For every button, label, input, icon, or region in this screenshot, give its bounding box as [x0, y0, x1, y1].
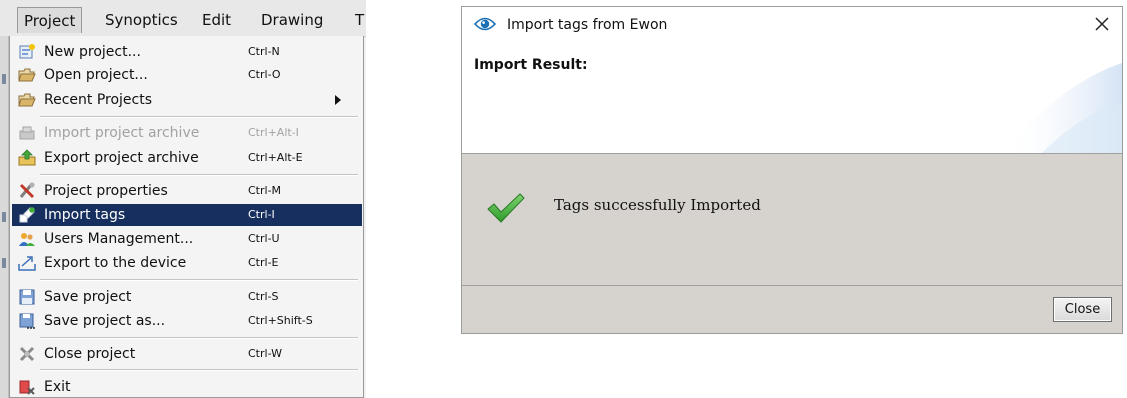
open-folder-icon [18, 66, 36, 84]
menu-separator [40, 116, 358, 118]
menu-item-label: Recent Projects [44, 92, 153, 108]
menu-item-import-project-archive: Import project archive Ctrl+Alt-I [12, 122, 362, 144]
menubar: Project Synoptics Edit Drawing T [0, 0, 366, 37]
import-result-heading: Import Result: [474, 57, 588, 73]
import-tags-icon [18, 206, 36, 224]
save-icon [18, 288, 36, 306]
menu-item-close-project[interactable]: Close project Ctrl-W [12, 343, 362, 365]
menu-item-label: Export project archive [44, 150, 199, 166]
menubar-item-drawing[interactable]: Drawing [255, 7, 329, 33]
exit-icon [18, 378, 36, 396]
dialog-content: Tags successfully Imported [462, 154, 1122, 285]
menu-item-import-tags[interactable]: Import tags Ctrl-I [12, 204, 362, 226]
menu-item-recent-projects[interactable]: Recent Projects [12, 89, 362, 111]
menubar-item-truncated[interactable]: T [349, 7, 366, 33]
project-menu-panel: Project Synoptics Edit Drawing T New pro… [0, 0, 366, 398]
export-archive-icon [18, 149, 36, 167]
menu-item-label: Save project as... [44, 313, 166, 329]
menu-item-open-project[interactable]: Open project... Ctrl-O [12, 64, 362, 86]
menubar-item-edit[interactable]: Edit [196, 7, 237, 33]
dialog-header-area: Import Result: [462, 43, 1122, 153]
project-dropdown-menu: New project... Ctrl-N Open project... Ct… [9, 36, 364, 398]
menu-item-shortcut: Ctrl-E [248, 256, 279, 269]
close-icon[interactable] [1092, 14, 1112, 34]
menu-item-shortcut: Ctrl-U [248, 232, 280, 245]
menu-separator [40, 279, 358, 281]
close-project-icon [18, 345, 36, 363]
submenu-arrow-icon [335, 95, 341, 105]
menu-item-export-to-device[interactable]: Export to the device Ctrl-E [12, 252, 362, 274]
menu-item-save-project-as[interactable]: Save project as... Ctrl+Shift-S [12, 310, 362, 332]
menu-item-label: Users Management... [44, 231, 194, 247]
dialog-titlebar[interactable]: Import tags from Ewon [462, 7, 1122, 43]
menu-item-label: Import project archive [44, 125, 200, 141]
menu-item-shortcut: Ctrl-N [248, 45, 280, 58]
menubar-item-synoptics[interactable]: Synoptics [99, 7, 184, 33]
success-check-icon [486, 192, 526, 224]
menu-item-label: New project... [44, 44, 141, 60]
menu-item-label: Import tags [44, 207, 126, 223]
dialog-title: Import tags from Ewon [507, 17, 668, 33]
menu-item-users-management[interactable]: Users Management... Ctrl-U [12, 228, 362, 250]
menu-item-shortcut: Ctrl-I [248, 208, 275, 221]
menu-item-label: Export to the device [44, 255, 187, 271]
export-device-icon [18, 254, 36, 272]
result-message: Tags successfully Imported [554, 196, 761, 214]
menu-separator [40, 369, 358, 371]
menu-item-export-project-archive[interactable]: Export project archive Ctrl+Alt-E [12, 147, 362, 169]
menu-separator [40, 174, 358, 176]
menu-item-exit[interactable]: Exit [12, 376, 362, 398]
recent-folder-icon [18, 91, 36, 109]
menu-item-label: Project properties [44, 183, 168, 199]
background-window-edge [0, 36, 9, 398]
menu-item-label: Open project... [44, 67, 148, 83]
users-icon [18, 230, 36, 248]
save-as-icon [18, 312, 36, 330]
ewon-eye-icon [473, 16, 497, 32]
menu-separator [40, 337, 358, 339]
import-tags-dialog: Import tags from Ewon Import Result: Tag… [461, 6, 1123, 334]
menu-item-new-project[interactable]: New project... Ctrl-N [12, 41, 362, 63]
menu-item-shortcut: Ctrl+Shift-S [248, 314, 313, 327]
new-project-icon [18, 43, 36, 61]
menu-item-shortcut: Ctrl-M [248, 184, 282, 197]
header-decoration [1002, 63, 1122, 153]
close-button[interactable]: Close [1053, 297, 1112, 322]
properties-tools-icon [18, 182, 36, 200]
menu-item-project-properties[interactable]: Project properties Ctrl-M [12, 180, 362, 202]
dialog-footer: Close [462, 286, 1122, 333]
menu-item-shortcut: Ctrl-O [248, 68, 281, 81]
menu-item-shortcut: Ctrl-W [248, 347, 282, 360]
menu-item-shortcut: Ctrl-S [248, 290, 279, 303]
menu-item-save-project[interactable]: Save project Ctrl-S [12, 286, 362, 308]
menu-item-label: Save project [44, 289, 132, 305]
import-archive-icon [18, 124, 36, 142]
menu-item-shortcut: Ctrl+Alt-I [248, 126, 299, 139]
menu-item-label: Close project [44, 346, 136, 362]
menu-item-shortcut: Ctrl+Alt-E [248, 151, 303, 164]
menu-item-label: Exit [44, 379, 71, 395]
menubar-item-project[interactable]: Project [17, 7, 83, 33]
